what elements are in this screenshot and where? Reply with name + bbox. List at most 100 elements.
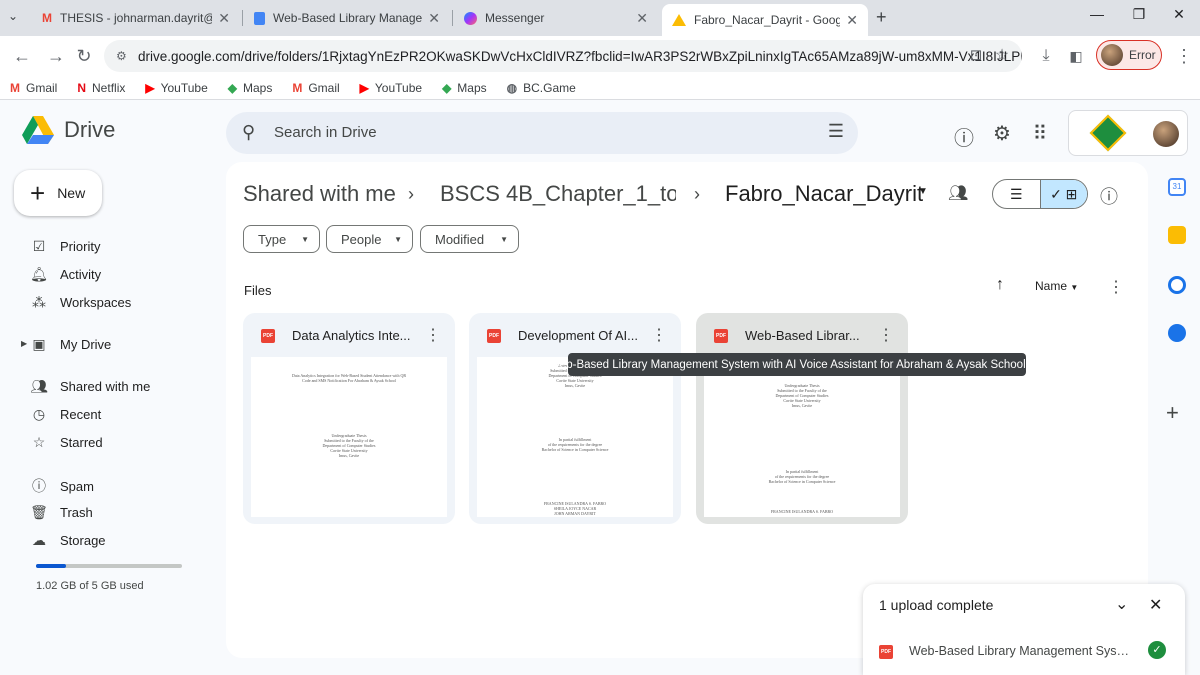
file-card-selected[interactable]: PDF Web-Based Librar... ⋮ Undergraduate … (696, 313, 908, 524)
grid-view-icon[interactable]: ✓ ⊞ (1039, 180, 1087, 208)
tab-messenger[interactable]: Messenger ✕ (454, 4, 658, 32)
tab-gmail[interactable]: M THESIS - johnarman.dayrit@cvs ✕ (32, 4, 240, 32)
site-info-icon[interactable]: ⚙ (116, 49, 127, 63)
settings-gear-icon[interactable]: ⚙ (990, 121, 1014, 146)
bookmark-youtube-2[interactable]: ▶ YouTube (360, 81, 422, 95)
search-input[interactable]: Search in Drive (274, 124, 377, 141)
forward-icon[interactable]: → (44, 44, 68, 68)
collapse-chevron-icon[interactable]: ⌄ (1115, 594, 1128, 614)
tab-search-button[interactable]: ⌄ (8, 9, 18, 23)
search-icon[interactable]: ⚲ (242, 122, 255, 143)
nav-label: Workspaces (60, 295, 132, 310)
close-tab-icon[interactable]: ✕ (846, 12, 858, 29)
url-text: drive.google.com/drive/folders/1RjxtagYn… (138, 48, 1022, 64)
back-icon[interactable]: ← (10, 44, 34, 68)
thumbnail-text: Imus, Cavite (564, 383, 586, 388)
tab-drive-active[interactable]: Fabro_Nacar_Dayrit - Google D ✕ (662, 4, 868, 36)
drive-logo[interactable]: Drive (22, 116, 115, 144)
nav-storage[interactable]: ☁ Storage (30, 532, 106, 549)
sort-by-button[interactable]: Name ▼ (1035, 279, 1078, 293)
expand-arrow-icon[interactable]: ▶ (21, 339, 27, 348)
gmail-icon: M (292, 80, 303, 95)
file-card[interactable]: PDF Data Analytics Inte... ⋮ Data Analyt… (243, 313, 455, 524)
nav-my-drive[interactable]: ▣ My Drive (30, 336, 111, 353)
search-bar[interactable]: ⚲ Search in Drive ☰ (226, 112, 858, 154)
keep-icon[interactable] (1168, 226, 1186, 244)
download-icon[interactable]: ⤓ (1034, 44, 1058, 68)
tab-divider (242, 10, 243, 26)
bookmark-bcgame[interactable]: ◍ BC.Game (507, 81, 576, 95)
new-tab-button[interactable]: + (876, 7, 887, 28)
bookmark-maps-2[interactable]: ◆ Maps (442, 81, 487, 95)
profile-error-button[interactable]: Error (1096, 40, 1162, 70)
filter-modified[interactable]: Modified ▼ (420, 225, 519, 253)
shared-folder-icon[interactable]: 👥︎ (948, 183, 968, 203)
help-icon[interactable]: ⓘ (952, 122, 976, 151)
restore-icon[interactable]: ❐ (1124, 6, 1154, 23)
bookmark-gmail[interactable]: M Gmail (10, 81, 57, 95)
calendar-icon[interactable]: 31 (1168, 178, 1186, 196)
nav-starred[interactable]: ☆ Starred (30, 434, 103, 451)
tab-docs[interactable]: Web-Based Library Manageme ✕ (244, 4, 450, 32)
close-window-icon[interactable]: ✕ (1164, 6, 1194, 23)
add-addon-icon[interactable]: + (1166, 400, 1179, 426)
filter-type[interactable]: Type ▼ (243, 225, 320, 253)
bookmark-star-icon[interactable]: ☆ (990, 44, 1014, 68)
bookmark-youtube[interactable]: ▶ YouTube (145, 81, 207, 95)
bookmark-netflix[interactable]: N Netflix (77, 81, 125, 95)
apps-grid-icon[interactable]: ⠿ (1028, 121, 1052, 146)
close-panel-icon[interactable]: ✕ (1149, 595, 1162, 615)
pdf-icon: PDF (714, 329, 728, 343)
filter-people[interactable]: People ▼ (326, 225, 413, 253)
new-button[interactable]: + New (14, 170, 102, 216)
close-tab-icon[interactable]: ✕ (636, 10, 648, 27)
close-tab-icon[interactable]: ✕ (428, 10, 440, 27)
bookmarks-bar: M Gmail N Netflix ▶ YouTube ◆ Maps M Gmail ▶ Y… (0, 76, 1200, 100)
install-app-icon[interactable]: ⊡ (964, 44, 988, 68)
tasks-icon[interactable] (1168, 276, 1186, 294)
bookmark-maps[interactable]: ◆ Maps (228, 81, 273, 95)
account-avatar[interactable] (1153, 121, 1179, 147)
nav-label: Spam (60, 478, 94, 494)
breadcrumb-shared-with-me[interactable]: Shared with me (243, 181, 396, 207)
nav-label: My Drive (60, 337, 112, 352)
browser-toolbar: ← → ↻ ⚙ drive.google.com/drive/folders/1… (0, 36, 1200, 76)
nav-priority[interactable]: ☑ Priority (30, 238, 101, 255)
reload-icon[interactable]: ↻ (72, 44, 96, 68)
folder-dropdown-icon[interactable]: ▼ (918, 186, 928, 197)
details-info-icon[interactable]: ⓘ (1100, 183, 1118, 209)
upload-file-name[interactable]: Web-Based Library Management System with… (909, 644, 1131, 658)
nav-trash[interactable]: 🗑︎ Trash (30, 504, 93, 521)
nav-recent[interactable]: ◷ Recent (30, 406, 101, 423)
close-tab-icon[interactable]: ✕ (218, 10, 230, 27)
filter-label: Type (258, 231, 287, 247)
file-thumbnail: Undergraduate Thesis Submitted to the Fa… (477, 357, 673, 517)
search-options-icon[interactable]: ☰ (828, 121, 844, 142)
browser-menu-icon[interactable]: ⋮ (1172, 44, 1196, 68)
side-panel-icon[interactable]: ◧ (1064, 44, 1088, 68)
address-bar[interactable]: ⚙ drive.google.com/drive/folders/1Rjxtag… (104, 40, 1022, 72)
messenger-icon (464, 11, 477, 25)
bookmark-gmail-2[interactable]: M Gmail (292, 81, 339, 95)
breadcrumb-folder[interactable]: BSCS 4B_Chapter_1_to... (440, 181, 676, 207)
maps-icon: ◆ (227, 80, 237, 95)
more-options-icon[interactable]: ⋮ (1108, 277, 1124, 297)
nav-activity[interactable]: 🔔︎ Activity (30, 266, 101, 283)
file-card[interactable]: PDF Development Of AI... ⋮ Undergraduate… (469, 313, 681, 524)
file-more-icon[interactable]: ⋮ (425, 325, 441, 345)
file-more-icon[interactable]: ⋮ (651, 325, 667, 345)
contacts-icon[interactable] (1168, 324, 1186, 342)
nav-workspaces[interactable]: ⁂ Workspaces (30, 294, 131, 311)
check-complete-icon: ✓ (1148, 641, 1166, 659)
dropdown-arrow-icon: ▼ (301, 234, 309, 244)
breadcrumb-current-folder[interactable]: Fabro_Nacar_Dayrit (725, 181, 923, 207)
nav-spam[interactable]: ⓘ Spam (30, 476, 94, 496)
account-area[interactable] (1068, 110, 1188, 156)
sort-direction-icon[interactable]: ↑ (996, 276, 1004, 294)
list-view-icon[interactable]: ☰ (993, 180, 1040, 208)
youtube-icon: ▶ (359, 80, 369, 95)
minimize-icon[interactable]: — (1082, 6, 1112, 22)
nav-shared-with-me[interactable]: 👥︎ Shared with me (30, 378, 150, 395)
breadcrumb-separator-icon: › (694, 184, 700, 204)
file-more-icon[interactable]: ⋮ (878, 325, 894, 345)
